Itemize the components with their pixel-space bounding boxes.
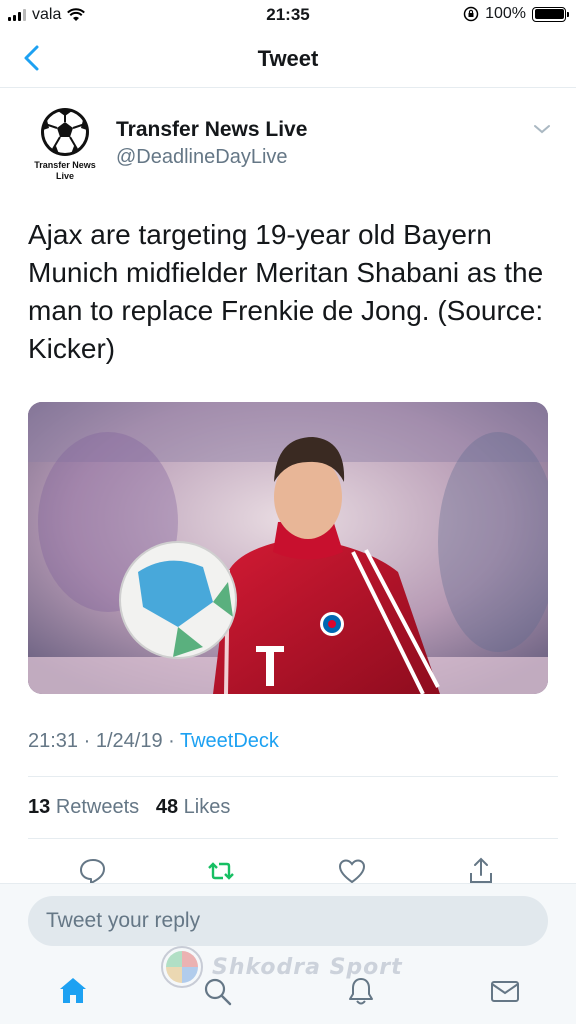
page-title: Tweet — [257, 46, 319, 71]
retweet-icon[interactable] — [206, 856, 236, 886]
retweet-label[interactable]: Retweets — [56, 796, 139, 818]
tweet-source-link[interactable]: TweetDeck — [180, 730, 279, 752]
retweet-count[interactable]: 13 — [28, 796, 50, 818]
meta-separator: · — [168, 730, 180, 752]
chevron-down-icon[interactable] — [532, 122, 552, 136]
battery-fill — [534, 9, 564, 19]
tweet-text: Ajax are targeting 19-year old Bayern Mu… — [28, 219, 544, 364]
tweet-date: 1/24/19 — [95, 730, 163, 752]
status-bar: vala 21:35 100% — [0, 0, 576, 30]
battery-icon — [532, 6, 569, 22]
tweet-author: Transfer News Live Transfer News Live @D… — [0, 100, 576, 190]
divider — [28, 838, 558, 839]
avatar[interactable]: Transfer News Live — [30, 108, 100, 186]
share-icon[interactable] — [466, 856, 496, 886]
avatar-caption: Transfer News Live — [34, 160, 96, 181]
tweet-image[interactable] — [28, 402, 548, 694]
messages-icon[interactable] — [488, 974, 522, 1008]
search-icon[interactable] — [200, 974, 234, 1008]
watermark-logo-icon — [161, 946, 203, 988]
orientation-lock-icon — [463, 6, 479, 22]
reply-placeholder: Tweet your reply — [46, 909, 201, 932]
author-handle[interactable]: @DeadlineDayLive — [116, 146, 288, 169]
author-name[interactable]: Transfer News Live — [116, 118, 307, 142]
tweet-time: 21:31 — [28, 730, 79, 752]
notifications-icon[interactable] — [344, 974, 378, 1008]
like-count[interactable]: 48 — [156, 796, 178, 818]
nav-bar: Tweet — [0, 30, 576, 88]
tweet-meta: 21:31 · 1/24/19 · TweetDeck — [28, 730, 279, 753]
like-icon[interactable] — [337, 856, 367, 886]
reply-input[interactable]: Tweet your reply — [28, 896, 548, 946]
like-label[interactable]: Likes — [184, 796, 231, 818]
battery-percent: 100% — [485, 5, 526, 22]
status-right: 100% — [463, 5, 569, 23]
reply-area: Tweet your reply Shkodra Sport — [0, 883, 576, 1024]
reply-icon[interactable] — [78, 856, 108, 886]
home-icon[interactable] — [56, 974, 90, 1008]
player-photo — [28, 402, 548, 694]
tweet-stats: 13 Retweets 48 Likes — [28, 796, 230, 819]
soccer-ball-icon — [41, 108, 89, 156]
divider — [28, 776, 558, 777]
meta-separator: · — [83, 730, 96, 752]
